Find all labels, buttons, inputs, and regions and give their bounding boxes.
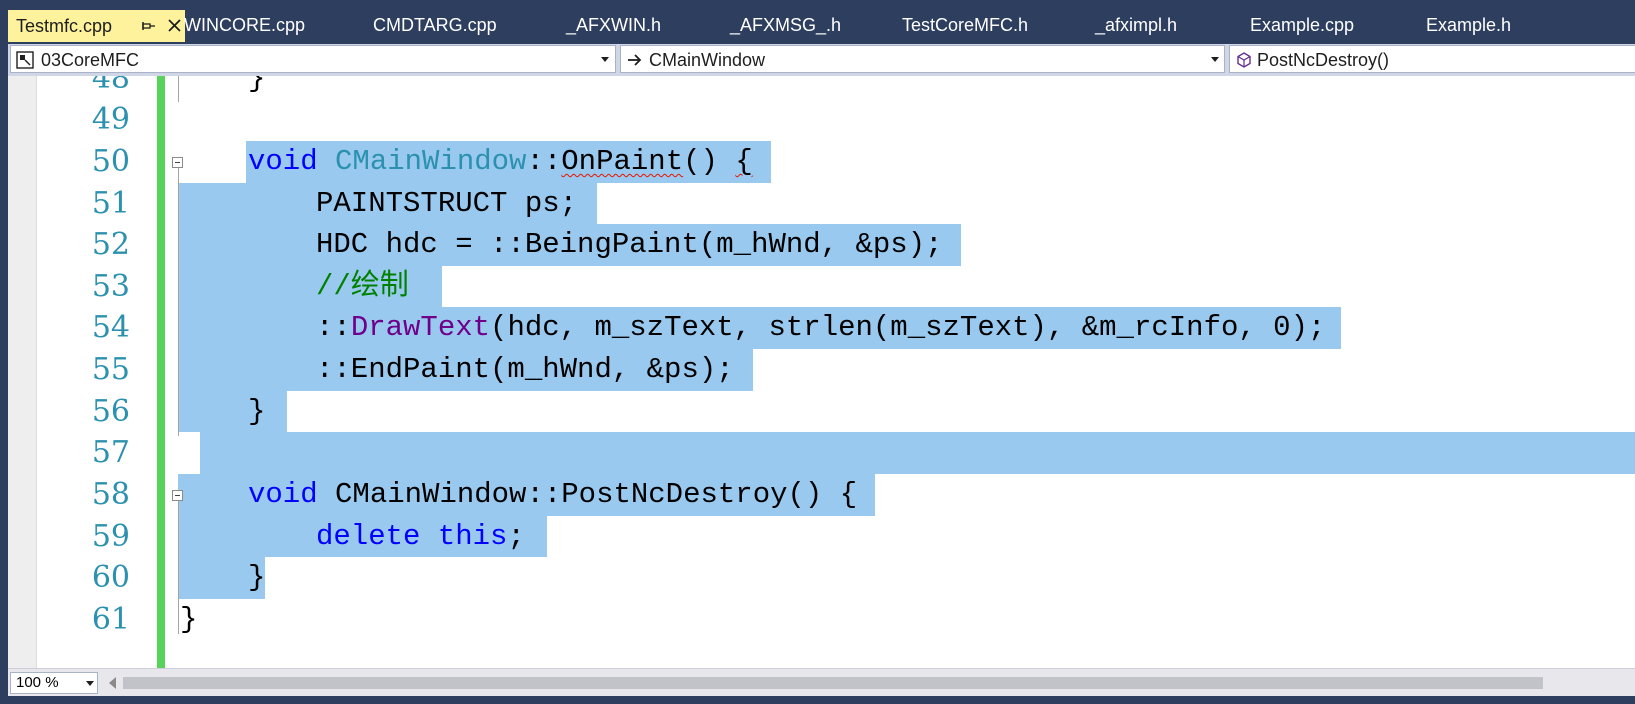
code-line-59: delete this;	[316, 516, 525, 558]
tab-cmdtarg-cpp[interactable]: CMDTARG.cpp	[373, 10, 497, 40]
line-number: 57	[91, 435, 130, 470]
tab-example-cpp[interactable]: Example.cpp	[1250, 10, 1354, 40]
code-line-61: }	[180, 603, 198, 636]
line-number: 61	[91, 602, 130, 637]
arrow-right-icon	[628, 54, 642, 66]
method-cube-icon	[1237, 52, 1251, 68]
line-number: 56	[91, 394, 130, 429]
keyword-void: void	[248, 145, 318, 178]
outline-guide	[178, 76, 179, 102]
tab-label: Testmfc.cpp	[16, 16, 113, 36]
line-number: 58	[91, 477, 130, 512]
outline-guide	[178, 168, 179, 436]
window-bottom-edge	[0, 696, 1635, 704]
tab-afximpl-h[interactable]: _afximpl.h	[1095, 10, 1177, 40]
selection-highlight	[178, 391, 287, 432]
line-number: 60	[91, 560, 130, 595]
document-tab-bar: Testmfc.cpp WINCORE.cpp CMDTARG.cpp _AFX…	[0, 0, 1635, 42]
line-number: 59	[91, 519, 130, 554]
tab-afxwin-h[interactable]: _AFXWIN.h	[566, 10, 661, 40]
selection-highlight	[200, 432, 1635, 474]
scrollbar-thumb[interactable]	[123, 677, 1543, 689]
keyword-this: this	[437, 520, 508, 553]
code-line-52: HDC hdc = ::BeingPaint(m_hWnd, &ps);	[316, 228, 943, 261]
method-signature: CMainWindow::PostNcDestroy() {	[335, 478, 858, 511]
pin-icon[interactable]	[142, 19, 156, 33]
code-line-51: PAINTSTRUCT ps;	[316, 187, 578, 220]
code-line-58: void CMainWindow::PostNcDestroy() {	[248, 474, 857, 516]
line-number: 53	[91, 269, 130, 304]
collapse-postncdestroy-button[interactable]	[172, 490, 183, 501]
zoom-dropdown[interactable]: 100 %	[10, 672, 98, 694]
tab-testcoremfc-h[interactable]: TestCoreMFC.h	[902, 10, 1028, 40]
keyword-void: void	[248, 478, 318, 511]
chevron-down-icon	[1211, 57, 1219, 62]
class-name: CMainWindow	[335, 145, 527, 178]
code-line-56: }	[248, 395, 266, 428]
semicolon: ;	[507, 520, 525, 553]
tab-afxmsg-h[interactable]: _AFXMSG_.h	[730, 10, 841, 40]
code-line-50: void CMainWindow::OnPaint() {	[248, 141, 753, 183]
scope-operator: ::	[526, 145, 562, 178]
project-dropdown[interactable]: 03CoreMFC	[10, 45, 616, 73]
tab-testmfc-cpp[interactable]: Testmfc.cpp	[8, 10, 185, 42]
keyword-delete: delete	[316, 520, 421, 553]
navigation-bar: 03CoreMFC CMainWindow PostNcDestroy()	[8, 44, 1635, 76]
parens: ()	[683, 145, 718, 178]
code-line-60: }	[248, 561, 266, 594]
changed-lines-bar	[157, 76, 165, 668]
code-line-55: ::EndPaint(m_hWnd, &ps);	[316, 353, 734, 386]
code-editor[interactable]: 48 49 50 51 52 53 54 55 56 57 58 59 60 6…	[8, 76, 1635, 668]
visual-studio-editor-window: Testmfc.cpp WINCORE.cpp CMDTARG.cpp _AFX…	[0, 0, 1635, 704]
line-number: 51	[91, 186, 130, 221]
line-number: 54	[91, 310, 130, 345]
project-icon	[16, 51, 34, 69]
function-name-onpaint: OnPaint	[561, 145, 684, 178]
horizontal-scrollbar[interactable]	[123, 675, 1635, 691]
scope-dropdown[interactable]: CMainWindow	[620, 45, 1225, 73]
line-number: 50	[91, 144, 130, 179]
outline-guide	[178, 501, 179, 634]
chevron-down-icon	[601, 57, 609, 62]
member-name: PostNcDestroy()	[1257, 50, 1390, 70]
collapse-onpaint-button[interactable]	[172, 157, 183, 168]
project-name: 03CoreMFC	[41, 50, 140, 70]
code-line-54: ::DrawText(hdc, m_szText, strlen(m_szTex…	[316, 307, 1325, 349]
code-line-53-comment: //绘制	[316, 270, 409, 303]
scope-operator: ::	[316, 311, 351, 344]
scroll-left-arrow-icon[interactable]	[109, 677, 116, 689]
code-line-48: }	[248, 76, 266, 95]
zoom-level: 100 %	[16, 674, 59, 691]
line-number: 52	[91, 227, 130, 262]
function-drawtext: DrawText	[350, 311, 491, 344]
editor-status-bar: 100 %	[8, 668, 1635, 697]
line-number: 49	[91, 102, 130, 137]
close-icon[interactable]	[167, 18, 182, 33]
tab-example-h[interactable]: Example.h	[1426, 10, 1511, 40]
chevron-down-icon	[86, 681, 94, 686]
open-brace: {	[735, 145, 753, 178]
tab-wincore-cpp[interactable]: WINCORE.cpp	[184, 10, 305, 40]
member-dropdown[interactable]: PostNcDestroy()	[1229, 45, 1635, 73]
line-number: 55	[91, 352, 130, 387]
call-args: (hdc, m_szText, strlen(m_szText), &m_rcI…	[490, 311, 1326, 344]
indicator-margin	[8, 76, 37, 668]
line-number: 48	[91, 76, 130, 96]
scope-name: CMainWindow	[649, 50, 766, 70]
